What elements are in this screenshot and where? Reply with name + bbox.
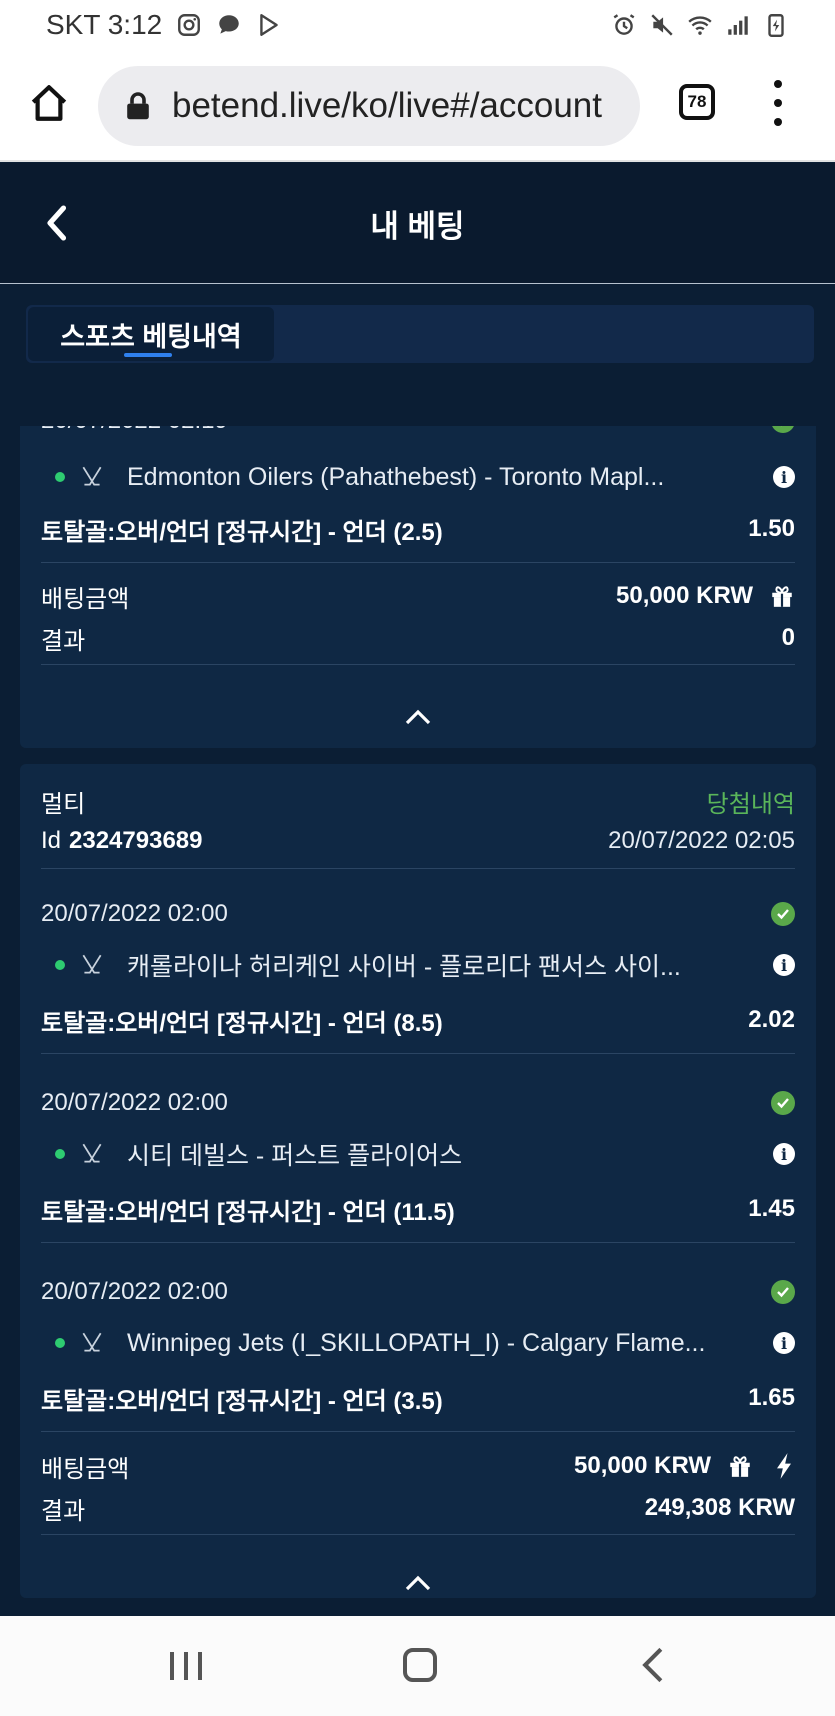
mute-icon	[651, 14, 673, 36]
bet-id-value: 2324793689	[69, 827, 203, 854]
stake-value: 50,000 KRW	[616, 582, 753, 609]
stake-label: 배팅금액	[41, 585, 130, 613]
check-icon	[771, 1280, 795, 1304]
lock-icon	[127, 92, 149, 120]
selection-market: 토탈골:오버/언더 [정규시간] - 언더 (3.5)	[41, 1387, 443, 1415]
chat-bubble-icon	[219, 15, 239, 34]
divider	[41, 868, 795, 869]
selection-market: 토탈골:오버/언더 [정규시간] - 언더 (8.5)	[41, 1009, 443, 1037]
url-bar[interactable]: betend.live/ko/live#/account	[98, 66, 640, 146]
selection-match: 시티 데빌스 - 퍼스트 플라이어스	[127, 1142, 463, 1170]
page-title: 내 베팅	[370, 209, 465, 244]
info-icon[interactable]: i	[773, 466, 795, 488]
divider	[41, 1053, 795, 1054]
tab-sports-bet-history[interactable]: 스포츠 베팅내역	[28, 307, 274, 361]
hockey-icon	[82, 954, 102, 974]
divider	[41, 664, 795, 665]
check-icon	[771, 1091, 795, 1115]
live-dot	[55, 1338, 65, 1348]
bet-id-label: Id	[41, 827, 62, 854]
bet-card: 멀티 당첨내역 Id 2324793689 20/07/2022 02:05 2…	[20, 764, 816, 1598]
tab-active-indicator	[124, 353, 172, 357]
more-icon[interactable]	[768, 80, 788, 126]
play-store-icon	[260, 14, 279, 36]
check-icon	[771, 902, 795, 926]
gift-icon	[730, 1456, 750, 1477]
live-dot	[55, 960, 65, 970]
tab-strip: 스포츠 베팅내역	[26, 305, 814, 363]
back-nav-icon[interactable]	[642, 1646, 664, 1684]
status-bar: SKT 3:12	[0, 0, 835, 50]
selection-odds: 2.02	[748, 1006, 795, 1033]
wifi-icon	[688, 16, 712, 35]
bet-status: 당첨내역	[706, 790, 795, 818]
collapse-button[interactable]	[20, 708, 816, 726]
info-icon[interactable]: i	[773, 954, 795, 976]
tab-label: 스포츠 베팅내역	[60, 321, 242, 352]
hockey-icon	[82, 1143, 102, 1163]
tabs-button[interactable]: 78	[679, 84, 715, 120]
collapse-button[interactable]	[20, 1574, 816, 1592]
divider	[41, 562, 795, 563]
selection-match: 캐롤라이나 허리케인 사이버 - 플로리다 팬서스 사이...	[127, 953, 681, 981]
chevron-up-icon	[405, 1575, 431, 1591]
live-dot	[55, 472, 65, 482]
result-label: 결과	[41, 627, 86, 655]
selection-odds: 1.45	[748, 1195, 795, 1222]
chevron-up-icon	[405, 709, 431, 725]
url-text: betend.live/ko/live#/account	[172, 86, 602, 125]
battery-charging-icon	[768, 14, 784, 38]
bet-placed-at: 20/07/2022 02:05	[608, 827, 795, 854]
selection-market: 토탈골:오버/언더 [정규시간] - 언더 (11.5)	[41, 1198, 455, 1226]
tabs-count: 78	[687, 92, 707, 111]
bet-card: 20/07/2022 02:19 Edmonton Oilers (Pahath…	[20, 426, 816, 748]
result-value: 0	[781, 624, 795, 651]
alarm-icon	[613, 14, 635, 35]
divider	[41, 1431, 795, 1432]
system-nav-bar	[0, 1616, 835, 1716]
hockey-icon	[82, 466, 102, 486]
divider	[41, 1242, 795, 1243]
info-icon[interactable]: i	[773, 1332, 795, 1354]
result-label: 결과	[41, 1497, 86, 1525]
home-icon[interactable]	[28, 82, 70, 124]
selection-odds: 1.65	[748, 1384, 795, 1411]
recents-icon[interactable]	[170, 1652, 202, 1680]
bet-list[interactable]: 20/07/2022 02:19 Edmonton Oilers (Pahath…	[0, 426, 835, 1616]
status-carrier-time: SKT 3:12	[46, 9, 163, 40]
divider	[41, 1534, 795, 1535]
browser-toolbar: betend.live/ko/live#/account 78	[0, 50, 835, 162]
selection-date: 20/07/2022 02:00	[41, 900, 228, 927]
signal-icon	[728, 16, 748, 35]
selection-match: Edmonton Oilers (Pahathebest) - Toronto …	[127, 462, 665, 491]
live-dot	[55, 1149, 65, 1159]
hockey-icon	[82, 1332, 102, 1352]
home-nav-icon[interactable]	[403, 1648, 437, 1682]
stake-value: 50,000 KRW	[574, 1452, 711, 1479]
selection-date: 20/07/2022 02:00	[41, 1278, 228, 1305]
selection-date: 20/07/2022 02:00	[41, 1089, 228, 1116]
info-icon[interactable]: i	[773, 1143, 795, 1165]
selection-market: 토탈골:오버/언더 [정규시간] - 언더 (2.5)	[41, 518, 443, 546]
instagram-icon	[178, 14, 201, 36]
bet-type: 멀티	[41, 790, 86, 818]
check-icon	[771, 426, 795, 433]
bolt-icon	[777, 1453, 791, 1479]
result-value: 249,308 KRW	[644, 1494, 795, 1521]
selection-odds: 1.50	[748, 515, 795, 542]
stake-label: 배팅금액	[41, 1455, 130, 1483]
selection-date: 20/07/2022 02:19	[41, 426, 228, 435]
gift-icon	[772, 586, 792, 607]
app-header: 내 베팅	[0, 163, 835, 284]
selection-match: Winnipeg Jets (I_SKILLOPATH_I) - Calgary…	[127, 1328, 706, 1357]
